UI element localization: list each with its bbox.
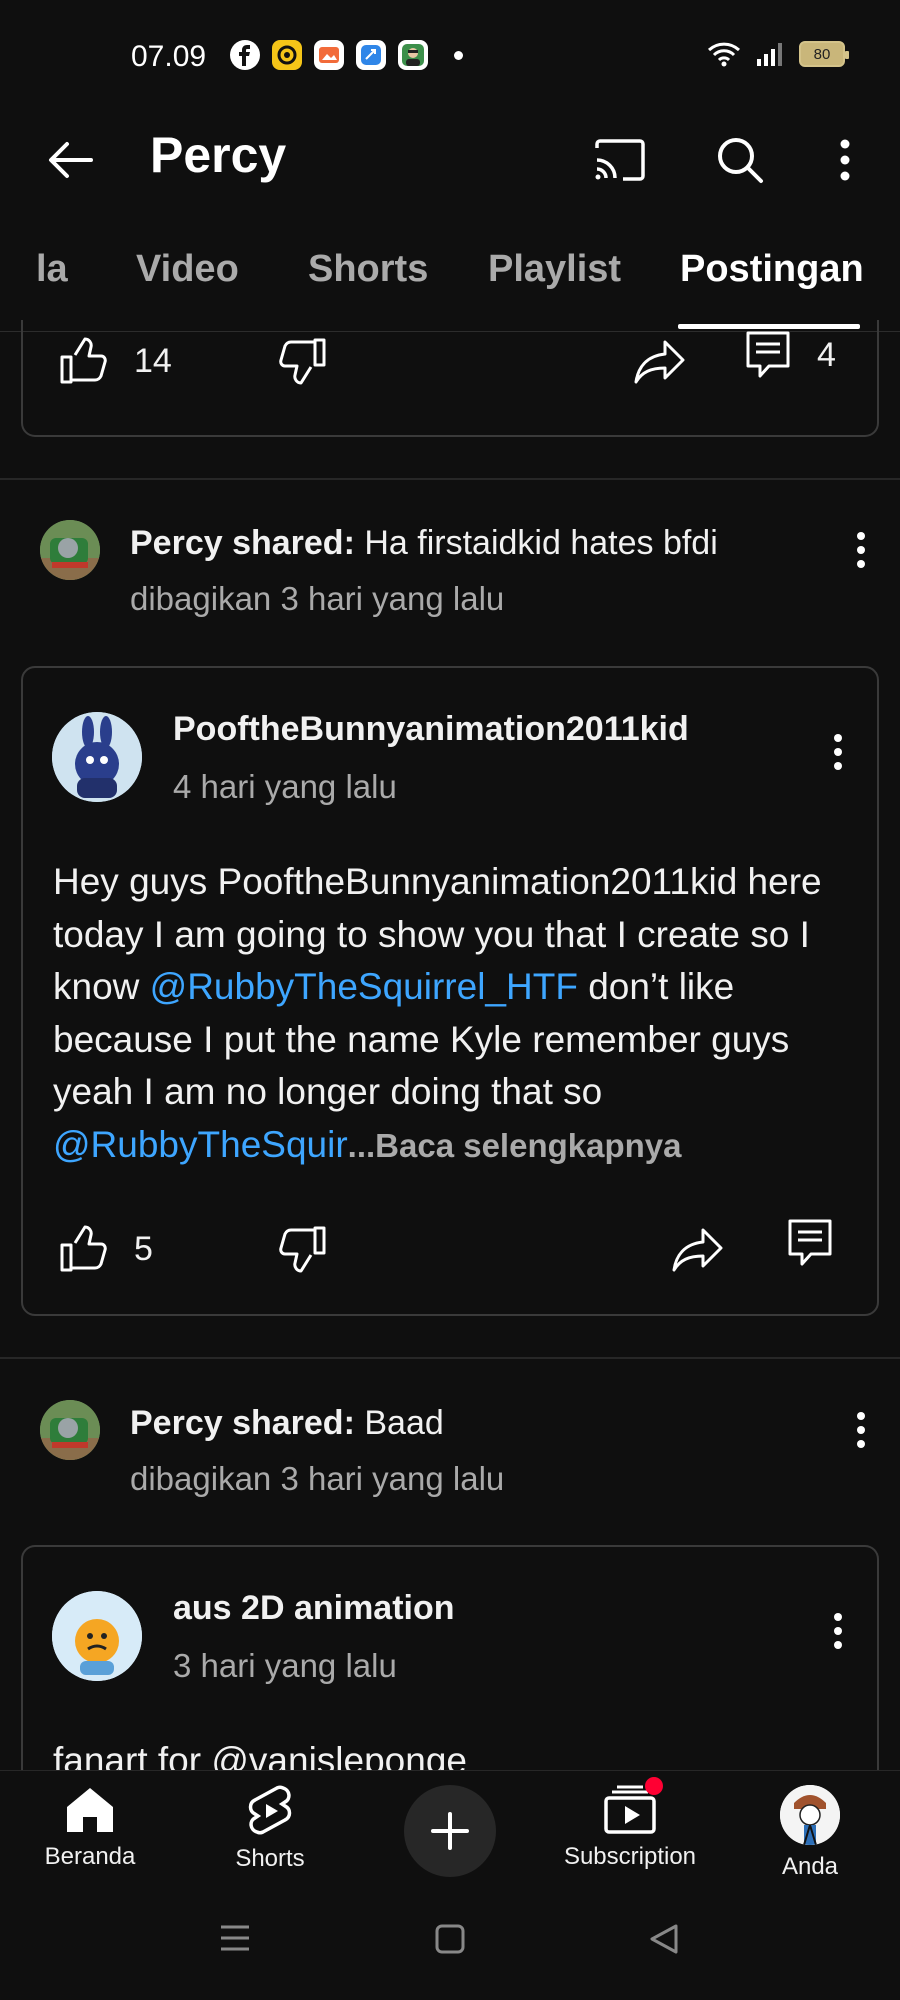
system-navigation [0,1885,900,2000]
app-icon-avatar [398,40,428,70]
shared-line: Percy shared: Baad [130,1404,444,1443]
shared-time: dibagikan 3 hari yang lalu [130,1460,505,1497]
mention-link[interactable]: @RubbyTheSquir [53,1124,348,1165]
nav-label: Anda [781,1853,839,1880]
bottom-navigation: Beranda Shorts Subscription Anda [0,1770,900,1885]
app-icon-blue [356,40,386,70]
more-vert-icon[interactable] [836,520,886,580]
cast-icon[interactable] [590,130,650,190]
tab-partial[interactable]: la [36,248,68,291]
nav-shorts[interactable]: Shorts [190,1785,350,1873]
nav-label: Subscription [563,1843,697,1870]
post-time: 4 hari yang lalu [173,768,397,805]
share-button[interactable] [671,1224,725,1274]
nav-subscriptions[interactable]: Subscription [550,1777,710,1871]
account-avatar [780,1785,840,1845]
comment-icon [788,1219,832,1266]
like-count: 5 [134,1229,153,1268]
page-title: Percy [150,127,287,183]
dislike-button[interactable] [278,1224,328,1274]
more-vert-icon[interactable] [815,130,875,190]
channel-avatar[interactable] [40,520,100,580]
comment-count: 4 [817,335,836,374]
status-bar: 07.09 80 [0,0,900,110]
nav-label: Shorts [235,1845,305,1872]
app-bar: Percy [0,110,900,240]
tab-playlist[interactable]: Playlist [488,248,621,291]
status-indicators: 80 [707,40,849,68]
like-count: 14 [134,341,172,380]
share-button[interactable] [633,336,687,386]
shared-post-header: Percy shared: Baad dibagikan 3 hari yang… [0,1400,900,1510]
channel-tabs: la Video Shorts Playlist Postingan [0,240,900,332]
shared-by-label: Percy shared: [130,524,355,562]
shared-post-header: Percy shared: Ha firstaidkid hates bfdi … [0,520,900,630]
thumb-up-icon [60,337,107,384]
tab-shorts[interactable]: Shorts [308,248,428,291]
tab-postingan[interactable]: Postingan [680,248,864,291]
comments-button[interactable]: 4 [745,330,836,380]
thumb-down-icon [279,338,326,385]
author-avatar[interactable] [52,712,142,802]
home-icon [67,1788,113,1832]
shorts-icon [248,1785,292,1835]
facebook-icon [230,40,260,70]
comment-icon [746,331,790,378]
tab-video[interactable]: Video [136,248,239,291]
notification-dot [454,50,463,60]
status-app-icons [230,40,463,70]
back-triangle-icon[interactable] [648,1923,680,1955]
app-icon-yellow [272,40,302,70]
back-arrow-icon[interactable] [40,130,100,190]
post-author[interactable]: aus 2D animation [173,1589,455,1628]
shared-line: Percy shared: Ha firstaidkid hates bfdi [130,524,718,563]
shared-text: Baad [364,1404,444,1442]
shared-text: Ha firstaidkid hates bfdi [364,524,718,562]
post-actions: 14 4 [23,330,877,400]
like-button[interactable]: 5 [58,1224,153,1274]
create-button[interactable] [404,1785,496,1877]
post-card-partial: 14 4 [21,320,879,437]
menu-icon[interactable] [218,1923,252,1953]
plus-icon [431,1812,469,1850]
shared-by-label: Percy shared: [130,1404,355,1442]
home-square-icon[interactable] [434,1923,466,1955]
mention-link[interactable]: @RubbyTheSquirrel_HTF [150,966,578,1007]
comments-button[interactable] [787,1218,833,1268]
post-actions: 5 [23,1218,877,1288]
share-icon [634,340,685,384]
divider [0,1357,900,1359]
divider [0,478,900,480]
author-avatar[interactable] [52,1591,142,1681]
nav-home[interactable]: Beranda [10,1785,170,1871]
notification-dot [645,1777,663,1795]
signal-icon [755,41,785,67]
post-author[interactable]: PooftheBunnyanimation2011kid [173,710,689,749]
more-vert-icon[interactable] [836,1400,886,1460]
post-card: PooftheBunnyanimation2011kid 4 hari yang… [21,666,879,1316]
search-icon[interactable] [710,130,770,190]
status-time: 07.09 [131,40,207,73]
more-vert-icon[interactable] [813,1601,863,1661]
more-vert-icon[interactable] [813,722,863,782]
post-body: Hey guys PooftheBunnyanimation2011kid he… [53,856,853,1172]
app-icon-orange [314,40,344,70]
read-more-link[interactable]: ...Baca selengkapnya [348,1127,682,1164]
like-button[interactable]: 14 [58,336,172,386]
share-icon [672,1228,723,1272]
shared-time: dibagikan 3 hari yang lalu [130,580,505,617]
nav-account[interactable]: Anda [730,1785,890,1881]
nav-label: Beranda [44,1843,136,1870]
thumb-up-icon [60,1225,107,1272]
post-time: 3 hari yang lalu [173,1647,397,1684]
channel-avatar[interactable] [40,1400,100,1460]
thumb-down-icon [279,1226,326,1273]
wifi-icon [707,40,741,68]
battery-indicator: 80 [799,41,849,67]
dislike-button[interactable] [278,336,328,386]
